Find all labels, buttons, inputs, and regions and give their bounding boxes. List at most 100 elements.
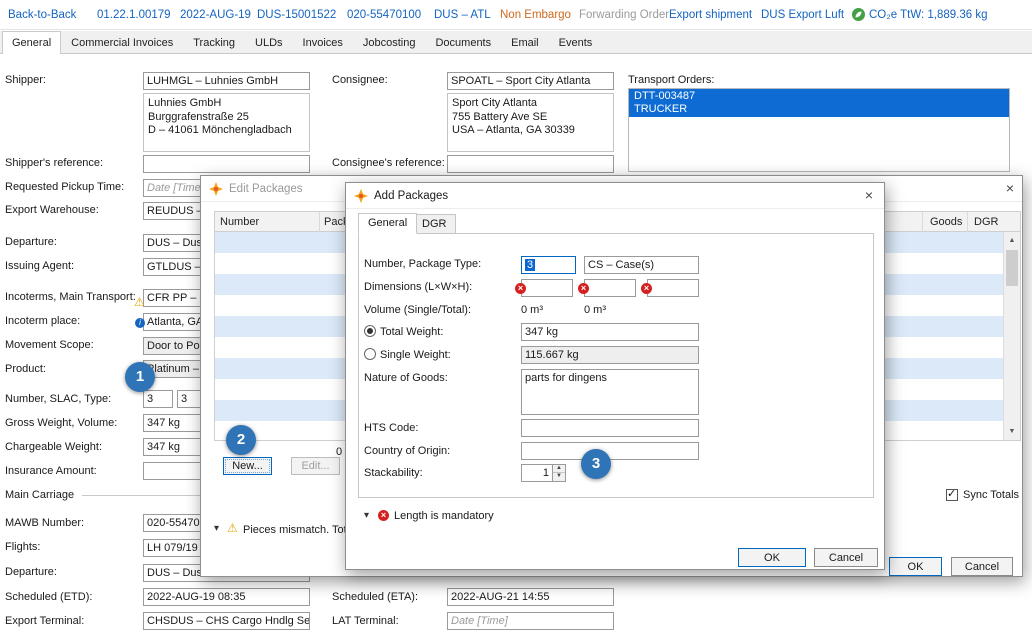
step-2-badge: 2 [226,425,256,455]
shipper-field[interactable]: LUHMGL – Luhnies GmbH [143,72,310,90]
scheduled-etd-field[interactable]: 2022-AUG-19 08:35 [143,588,310,606]
add-packages-tab-general[interactable]: General [358,213,418,234]
table-scrollbar[interactable]: ▲ ▼ [1003,232,1020,440]
package-number-field[interactable]: 3 [521,256,576,274]
shippers-reference-field[interactable] [143,155,310,173]
export-warehouse-label: Export Warehouse: [5,204,99,216]
breadcrumb-version[interactable]: 01.22.1.00179 [97,9,171,21]
transport-orders-label: Transport Orders: [628,74,715,86]
breadcrumb-shipment-number[interactable]: DUS-15001522 [257,9,336,21]
stepper-down-icon[interactable]: ▼ [553,473,565,481]
transport-order-type: TRUCKER [634,103,688,115]
new-package-button[interactable]: New... [223,457,272,475]
add-packages-dialog: Add Packages × General DGR Number, Packa… [345,182,885,570]
single-weight-label: Single Weight: [380,349,451,361]
height-error-icon: × [641,283,652,294]
width-field[interactable] [584,279,636,297]
length-mandatory-error-icon: × [378,510,389,521]
edit-packages-close-icon[interactable]: × [1001,180,1019,198]
length-field[interactable] [521,279,573,297]
breadcrumb-date[interactable]: 2022-AUG-19 [180,9,251,21]
number-field[interactable]: 3 [143,390,173,408]
lat-terminal-field[interactable]: Date [Time] [447,612,614,630]
requested-pickup-label: Requested Pickup Time: [5,181,125,193]
edit-packages-ok-button[interactable]: OK [889,557,942,576]
dus-export-luft-link[interactable]: DUS Export Luft [761,9,844,21]
scroll-down-icon[interactable]: ▼ [1004,423,1020,440]
transport-orders-list[interactable]: DTT-003487 TRUCKER [628,88,1010,172]
column-number[interactable]: Number [220,216,259,228]
movement-scope-label: Movement Scope: [5,339,94,351]
breadcrumb-mawb[interactable]: 020-55470100 [347,9,421,21]
co2-badge[interactable]: CO₂e TtW: 1,889.36 kg [869,9,987,21]
forwarding-order-label: Forwarding Order [579,9,670,21]
mawb-number-label: MAWB Number: [5,517,85,529]
edit-package-button[interactable]: Edit... [291,457,340,475]
hts-code-field[interactable] [521,419,699,437]
pieces-mismatch-warning-icon: ⚠ [227,521,238,535]
tab-invoices[interactable]: Invoices [293,32,353,53]
tab-tracking[interactable]: Tracking [183,32,245,53]
message-collapse-icon[interactable]: ▾ [364,510,369,521]
width-error-icon: × [578,283,589,294]
stepper-up-icon[interactable]: ▲ [553,465,565,473]
total-weight-radio[interactable] [364,325,376,337]
tab-general[interactable]: General [2,31,62,54]
scheduled-eta-field[interactable]: 2022-AUG-21 14:55 [447,588,614,606]
tab-jobcosting[interactable]: Jobcosting [353,32,426,53]
add-packages-tab-dgr[interactable]: DGR [412,214,457,234]
packages-icon [209,182,223,196]
add-packages-ok-button[interactable]: OK [738,548,806,567]
flights-label: Flights: [5,541,41,553]
consignees-reference-field[interactable] [447,155,614,173]
single-weight-radio[interactable] [364,348,376,360]
consignee-label: Consignee: [332,74,388,86]
add-packages-titlebar[interactable]: Add Packages × [346,183,884,209]
export-terminal-label: Export Terminal: [5,615,85,627]
export-terminal-field[interactable]: CHSDUS – CHS Cargo Hndlg Services [143,612,310,630]
country-of-origin-label: Country of Origin: [364,445,451,457]
country-of-origin-field[interactable] [521,442,699,460]
incoterms-label: Incoterms, Main Transport: [5,291,136,303]
edit-packages-title: Edit Packages [229,183,303,195]
add-packages-close-icon[interactable]: × [860,187,878,205]
tab-documents[interactable]: Documents [425,32,501,53]
hts-code-label: HTS Code: [364,422,419,434]
message-collapse-icon[interactable]: ▾ [214,523,219,534]
stackability-field[interactable]: 1 [521,464,553,482]
scroll-up-icon[interactable]: ▲ [1004,232,1020,249]
volume-single-value: 0 m³ [521,304,543,316]
tab-email[interactable]: Email [501,32,549,53]
departure-label: Departure: [5,236,57,248]
incoterms-warning-icon: ⚠ [134,295,145,309]
tab-ulds[interactable]: ULDs [245,32,293,53]
consignees-reference-label: Consignee's reference: [332,157,445,169]
export-shipment-link[interactable]: Export shipment [669,9,752,21]
transport-order-number: DTT-003487 [634,90,696,102]
edit-packages-cancel-button[interactable]: Cancel [951,557,1013,576]
column-dgr[interactable]: DGR [974,216,998,228]
stackability-stepper[interactable]: ▲ ▼ [552,464,566,482]
transport-order-selected[interactable]: DTT-003487 TRUCKER [629,89,1009,117]
stackability-label: Stackability: [364,467,423,479]
sync-totals-checkbox[interactable]: ✓ [946,488,958,501]
scheduled-eta-label: Scheduled (ETA): [332,591,419,603]
shipper-address: Luhnies GmbH Burggrafenstraße 25 D – 410… [143,93,310,152]
breadcrumb-back-to-back[interactable]: Back-to-Back [8,9,76,21]
consignee-field[interactable]: SPOATL – Sport City Atlanta [447,72,614,90]
length-mandatory-error-text: Length is mandatory [394,510,494,522]
package-type-field[interactable]: CS – Case(s) [584,256,699,274]
dimensions-label: Dimensions (L×W×H): [364,281,473,293]
add-packages-cancel-button[interactable]: Cancel [814,548,878,567]
height-field[interactable] [647,279,699,297]
insurance-amount-label: Insurance Amount: [5,465,97,477]
breadcrumb-route[interactable]: DUS – ATL [434,9,491,21]
scrollbar-thumb[interactable] [1006,250,1018,286]
incoterm-place-label: Incoterm place: [5,315,81,327]
nature-of-goods-field[interactable]: parts for dingens [521,369,699,415]
column-goods[interactable]: Goods [930,216,962,228]
total-weight-field[interactable]: 347 kg [521,323,699,341]
number-slac-type-label: Number, SLAC, Type: [5,393,112,405]
tab-commercial-invoices[interactable]: Commercial Invoices [61,32,183,53]
tab-events[interactable]: Events [549,32,603,53]
